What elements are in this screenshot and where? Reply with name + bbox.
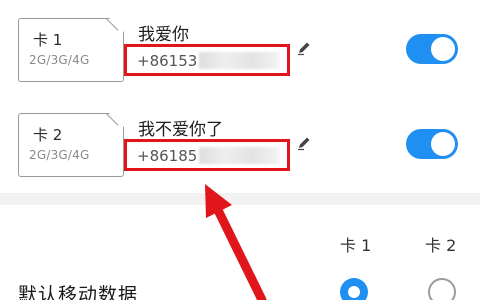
sim-row-1: 卡 1 2G/3G/4G 我爱你 +86153 [0, 0, 480, 90]
sim-network-types: 2G/3G/4G [29, 148, 90, 162]
phone-number-prefix: +86153 [137, 52, 198, 70]
default-mobile-data-label: 默认移动数据 [18, 284, 139, 300]
radio-sim-1-selected[interactable] [340, 278, 368, 300]
sim-2-toggle[interactable] [406, 129, 458, 159]
sim-card-label: 卡 2 [33, 126, 63, 144]
section-divider [0, 193, 480, 205]
pencil-edit-icon[interactable] [296, 135, 312, 151]
redacted-number [199, 52, 279, 69]
sim-network-types: 2G/3G/4G [29, 53, 90, 67]
radio-sim-2[interactable] [428, 278, 456, 300]
redacted-number [199, 147, 279, 164]
sim-card-icon: 卡 1 2G/3G/4G [18, 18, 124, 82]
column-header-sim-2: 卡 2 [425, 236, 457, 255]
column-header-sim-1: 卡 1 [340, 236, 372, 255]
sim-name-label[interactable]: 我爱你 [138, 20, 189, 45]
sim-card-icon: 卡 2 2G/3G/4G [18, 113, 124, 177]
pencil-edit-icon[interactable] [296, 40, 312, 56]
sim-1-toggle[interactable] [406, 34, 458, 64]
sim-row-2: 卡 2 2G/3G/4G 我不爱你了 +86185 [0, 95, 480, 185]
phone-number-field[interactable]: +86153 [124, 44, 290, 76]
sim-card-label: 卡 1 [33, 31, 63, 49]
phone-number-field[interactable]: +86185 [124, 139, 290, 171]
phone-number-prefix: +86185 [137, 147, 198, 165]
sim-name-label[interactable]: 我不爱你了 [138, 115, 223, 140]
